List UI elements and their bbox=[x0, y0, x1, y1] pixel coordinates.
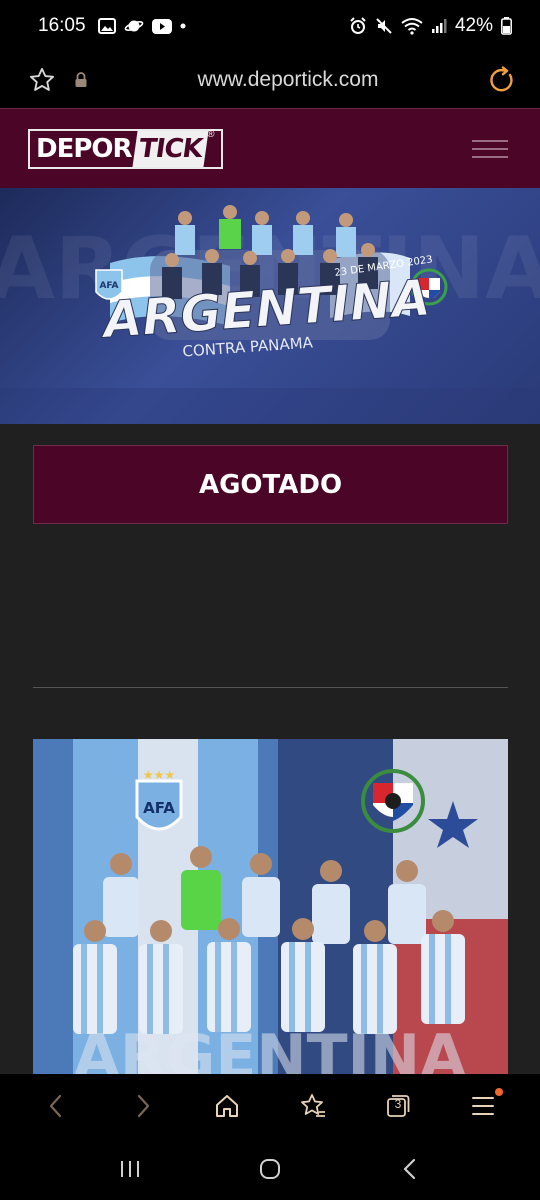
event-poster-image: AFA ★★★ ARGENTINA bbox=[33, 739, 508, 1074]
browser-address-bar: www.deportick.com bbox=[0, 52, 540, 108]
system-navigation-bar bbox=[0, 1138, 540, 1200]
lock-icon[interactable] bbox=[74, 72, 88, 88]
menu-hamburger-icon[interactable] bbox=[472, 139, 508, 158]
battery-percent: 42% bbox=[454, 15, 493, 36]
recent-apps-icon[interactable] bbox=[108, 1147, 152, 1191]
tabs-icon[interactable]: 3 bbox=[376, 1084, 420, 1128]
deportick-logo[interactable]: DEPOR TICK ® bbox=[28, 128, 223, 169]
wifi-icon bbox=[401, 17, 423, 35]
system-back-icon[interactable] bbox=[388, 1147, 432, 1191]
planet-icon bbox=[124, 18, 144, 34]
bookmarks-icon[interactable] bbox=[291, 1084, 335, 1128]
svg-text:AFA: AFA bbox=[143, 799, 175, 817]
mute-icon bbox=[375, 17, 393, 35]
signal-icon bbox=[431, 18, 447, 34]
home-button-icon[interactable] bbox=[248, 1147, 292, 1191]
content-divider bbox=[33, 687, 508, 688]
status-bar: 16:05 42% bbox=[0, 0, 540, 52]
tab-count: 3 bbox=[394, 1097, 402, 1111]
bookmark-star-icon[interactable] bbox=[28, 66, 56, 94]
back-icon[interactable] bbox=[35, 1084, 79, 1128]
menu-icon[interactable] bbox=[461, 1084, 505, 1128]
main-content: AGOTADO AFA ★★★ ARGENTINA bbox=[0, 424, 540, 1074]
svg-text:★★★: ★★★ bbox=[143, 768, 175, 782]
svg-text:AFA: AFA bbox=[99, 281, 118, 291]
battery-icon bbox=[501, 17, 512, 35]
url-text[interactable]: www.deportick.com bbox=[88, 68, 488, 92]
gallery-icon bbox=[97, 18, 116, 34]
status-time: 16:05 bbox=[38, 15, 86, 36]
forward-icon[interactable] bbox=[120, 1084, 164, 1128]
browser-toolbar: 3 bbox=[0, 1074, 540, 1138]
event-banner-image: ARGENTINA AFA bbox=[0, 188, 540, 424]
logo-text-depor: DEPOR bbox=[36, 133, 133, 164]
notification-dot-icon bbox=[180, 23, 186, 29]
poster-title-text: ARGENTINA bbox=[74, 1022, 468, 1074]
home-icon[interactable] bbox=[205, 1084, 249, 1128]
site-header: DEPOR TICK ® bbox=[0, 108, 540, 188]
logo-text-tick: TICK bbox=[132, 130, 208, 167]
notification-badge bbox=[495, 1088, 504, 1096]
reload-icon[interactable] bbox=[488, 66, 516, 94]
alarm-icon bbox=[349, 17, 367, 35]
sold-out-button[interactable]: AGOTADO bbox=[33, 445, 508, 524]
youtube-icon bbox=[151, 18, 172, 34]
